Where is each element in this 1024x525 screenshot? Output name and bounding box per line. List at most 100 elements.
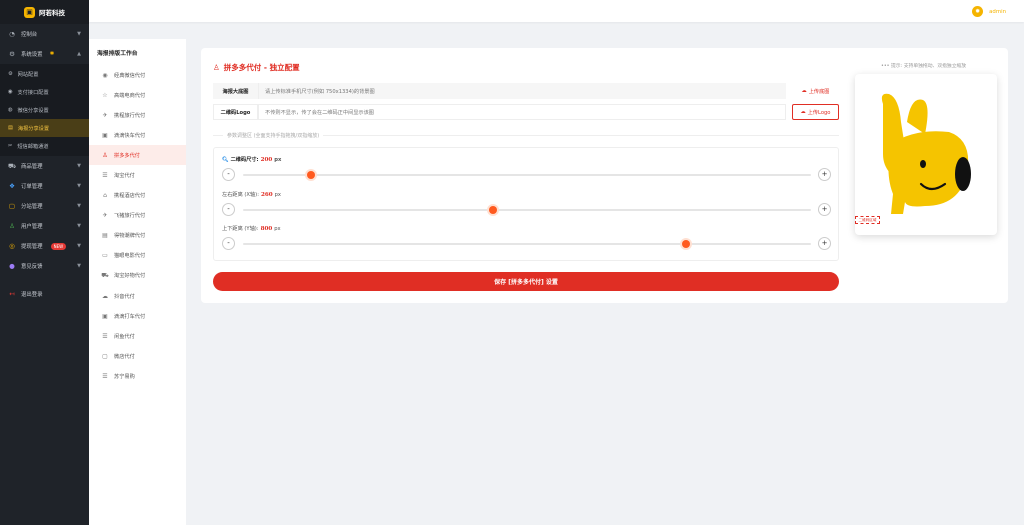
workbench-item-label: 淘宝代付: [114, 173, 135, 180]
workbench-item-label: 飞猪旅行代付: [114, 213, 146, 220]
sidebar-item-site-config[interactable]: ⚙ 网站配置: [0, 65, 89, 83]
qr-size-track[interactable]: [243, 174, 811, 176]
x-offset-track[interactable]: [243, 209, 811, 211]
y-offset-increment-button[interactable]: +: [818, 237, 831, 250]
chevron-down-icon: ▼: [77, 31, 81, 37]
chevron-down-icon: ▼: [77, 243, 81, 249]
y-offset-track[interactable]: [243, 243, 811, 245]
cloud-upload-icon: ☁: [800, 109, 806, 115]
workbench-item[interactable]: ♙ 拼多多代付: [89, 145, 186, 166]
workbench-item-label: 高端电商代付: [114, 92, 146, 99]
sidebar-item-sms-email[interactable]: ✂ 短信邮箱通道: [0, 137, 89, 155]
dashboard-icon: ◔: [9, 30, 15, 38]
sidebar-item-feedback[interactable]: ● 意见反馈 ▼: [0, 256, 89, 276]
sidebar-item-dashboard[interactable]: ◔ 控制台 ▼: [0, 24, 89, 44]
x-offset-increment-button[interactable]: +: [818, 203, 831, 216]
logo-input[interactable]: 不传则不显示，传了会在二维码正中间显示该图: [258, 104, 786, 120]
x-offset-thumb[interactable]: [488, 206, 497, 214]
workbench-item-label: 微店代付: [114, 353, 135, 360]
feedback-icon: ●: [9, 262, 15, 270]
workbench-item-label: 抖音代付: [114, 293, 135, 300]
sidebar-item-label: 意见反馈: [21, 264, 43, 270]
sidebar-item-pay-config[interactable]: ◉ 支付接口配置: [0, 83, 89, 101]
x-offset-label-text: 左右距离 (X轴):: [222, 192, 259, 198]
user-menu[interactable]: ✹ admin: [972, 6, 1006, 17]
config-title: ♙ 拼多多代付 - 独立配置: [213, 62, 300, 73]
logo-upload-row: 二维码Logo 不传则不显示，传了会在二维码正中间显示该图 ☁ 上传Logo: [213, 104, 839, 120]
sidebar-item-users[interactable]: ♙ 用户管理 ▼: [0, 216, 89, 236]
qr-size-increment-button[interactable]: +: [818, 168, 831, 181]
workbench-item[interactable]: ▣ 滴滴快车代付: [89, 125, 186, 145]
mascot-illustration: [861, 82, 991, 214]
upload-bg-button[interactable]: ☁ 上传底图: [792, 83, 839, 99]
params-divider: 参数调整区 (全面支持手指拖拽/双指缩放): [213, 132, 839, 139]
sidebar-item-withdraw[interactable]: ◎ 提现管理 NEW ▼: [0, 236, 89, 256]
home-icon: ⌂: [103, 192, 107, 200]
qr-size-decrement-button[interactable]: -: [222, 168, 235, 181]
gear-icon: ⚙: [9, 50, 15, 58]
sidebar-item-goods[interactable]: ⛟ 商品管理 ▼: [0, 156, 89, 176]
workbench-item[interactable]: ✈ 飞猪旅行代付: [89, 206, 186, 226]
ticket-icon: ▭: [102, 252, 108, 260]
workbench-item[interactable]: ⌂ 携程酒店代付: [89, 186, 186, 206]
workbench-item[interactable]: ▢ 微店代付: [89, 346, 186, 366]
workbench-item[interactable]: ☰ 闲鱼代付: [89, 326, 186, 346]
upload-logo-button[interactable]: ☁ 上传Logo: [792, 104, 839, 120]
user-icon: ♙: [213, 63, 220, 72]
sidebar-item-label: 商品管理: [21, 164, 43, 170]
qr-size-unit: px: [274, 156, 282, 163]
sidebar-item-wechat-share[interactable]: ◍ 微信分享设置: [0, 101, 89, 119]
qr-size-label-text: 二维码尺寸:: [230, 157, 259, 163]
chevron-up-icon: ▲: [77, 51, 81, 57]
list-icon: ☰: [102, 372, 108, 380]
sidebar-item-label: 网站配置: [17, 71, 39, 78]
y-offset-thumb[interactable]: [682, 240, 691, 248]
list-icon: ☰: [102, 332, 108, 340]
cart-icon: ⛟: [101, 271, 109, 279]
workbench-item[interactable]: ▤ 得物潮牌代付: [89, 226, 186, 246]
sidebar-item-sites[interactable]: ▢ 分站管理 ▼: [0, 196, 89, 216]
sidebar-item-poster-share[interactable]: ▤ 海报分享设置: [0, 119, 89, 137]
workbench-item[interactable]: ☰ 苏宁易购: [89, 366, 186, 386]
sidebar-item-system-settings[interactable]: ⚙ 系统设置 ✱ ▲: [0, 44, 89, 64]
workbench-item[interactable]: ◉ 经典微信代付: [89, 65, 186, 85]
sidebar-item-orders[interactable]: ❖ 订单管理 ▼: [0, 176, 89, 196]
bg-input[interactable]: 请上传标准手机尺寸(例如 750x1334)的背景图: [258, 83, 786, 99]
x-offset-decrement-button[interactable]: -: [222, 203, 235, 216]
workbench-item[interactable]: ▭ 猫眼电影代付: [89, 246, 186, 266]
workbench-panel: 海报排版工作台 ◉ 经典微信代付 ☆ 高端电商代付 ✈ 携程旅行代付 ▣ 滴滴快车代付 ♙ 拼多多…: [89, 39, 186, 525]
y-offset-unit: px: [274, 225, 281, 232]
order-icon: ❖: [9, 182, 15, 190]
workbench-item[interactable]: ☁ 抖音代付: [89, 286, 186, 306]
user-icon: ♙: [9, 222, 15, 230]
workbench-item[interactable]: ✈ 携程旅行代付: [89, 105, 186, 125]
y-offset-label: 上下距离 (Y轴): 800 px: [222, 225, 281, 233]
poster-preview[interactable]: 二维码区域: [855, 74, 997, 235]
workbench-item-label: 滴滴打车代付: [114, 313, 146, 320]
sidebar-item-label: 用户管理: [21, 224, 43, 230]
workbench-item[interactable]: ▣ 滴滴打车代付: [89, 306, 186, 326]
chevron-down-icon: ▼: [77, 163, 81, 169]
config-card: ♙ 拼多多代付 - 独立配置 海报大底图 请上传标准手机尺寸(例如 750x13…: [201, 48, 1008, 303]
sidebar-submenu: ⚙ 网站配置 ◉ 支付接口配置 ◍ 微信分享设置 ▤ 海报分享设置 ✂ 短信邮箱…: [0, 64, 89, 156]
plane-icon: ✈: [102, 212, 108, 220]
qr-placeholder[interactable]: 二维码区域: [855, 216, 880, 224]
qr-size-thumb[interactable]: [307, 171, 316, 179]
chevron-down-icon: ▼: [77, 263, 81, 269]
x-offset-value: 260: [260, 191, 273, 198]
workbench-item-label: 滴滴快车代付: [114, 132, 146, 139]
sidebar-item-label: 订单管理: [21, 184, 43, 190]
workbench-item[interactable]: ⛟ 淘宝好物代付: [89, 266, 186, 286]
sidebar-item-label: 微信分享设置: [17, 107, 49, 114]
workbench-item[interactable]: ☰ 淘宝代付: [89, 165, 186, 185]
search-icon: 🔍︎: [222, 156, 229, 163]
workbench-list: ◉ 经典微信代付 ☆ 高端电商代付 ✈ 携程旅行代付 ▣ 滴滴快车代付 ♙ 拼多多代付 ☰ 淘宝代付 ⌂…: [89, 65, 186, 387]
workbench-item[interactable]: ☆ 高端电商代付: [89, 85, 186, 105]
save-button[interactable]: 保存 [拼多多代付] 设置: [213, 272, 839, 291]
y-offset-decrement-button[interactable]: -: [222, 237, 235, 250]
upload-bg-label: 上传底图: [808, 88, 830, 95]
chevron-down-icon: ▼: [77, 223, 81, 229]
config-title-text: 拼多多代付 - 独立配置: [223, 63, 300, 72]
sidebar-item-logout[interactable]: ↤ 退出登录: [0, 284, 89, 304]
wechat-icon: ◉: [102, 71, 108, 79]
